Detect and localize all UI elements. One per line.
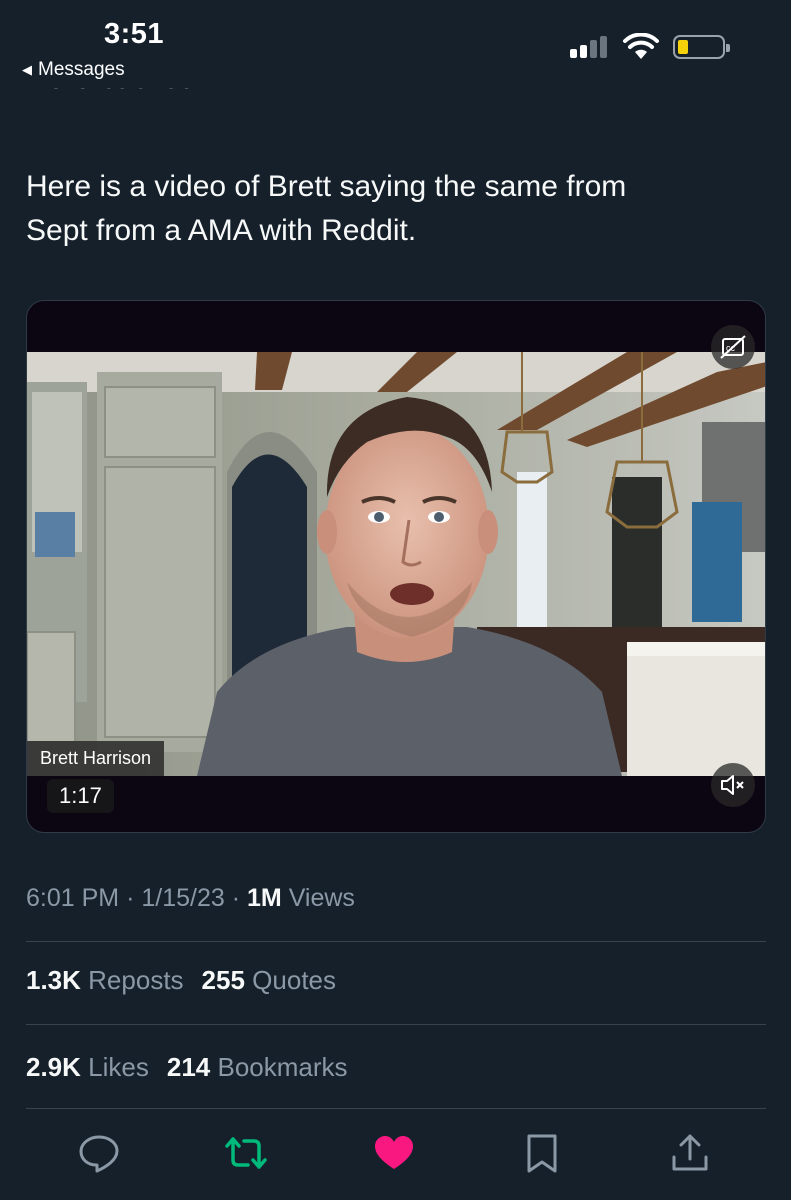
views-label[interactable]: Views [289, 884, 355, 912]
back-triangle-icon: ◀ [22, 62, 32, 77]
bookmarks-label: Bookmarks [217, 1052, 348, 1082]
muted-speaker-icon [721, 775, 744, 795]
bookmark-button[interactable] [520, 1131, 564, 1175]
back-app-label: Messages [38, 59, 125, 80]
tweet-text-line-1: Here is a video of Brett saying the same… [26, 170, 627, 203]
share-button[interactable] [668, 1131, 712, 1175]
meta-separator: · [231, 884, 241, 912]
reposts-stat[interactable]: 1.3K Reposts [26, 965, 184, 996]
divider [26, 1108, 766, 1109]
likes-stat[interactable]: 2.9K Likes [26, 1052, 149, 1083]
video-frame [27, 352, 765, 776]
speaker-name-tag: Brett Harrison [27, 741, 165, 776]
tweet-text: Here is a video of Brett saying the same… [26, 165, 766, 253]
battery-level [678, 40, 688, 54]
wifi-icon [623, 33, 659, 59]
stats-row-likes: 2.9K Likes 214 Bookmarks [26, 1052, 348, 1083]
comment-icon [79, 1135, 119, 1173]
video-player[interactable]: cc Brett Harrison 1:17 [26, 300, 766, 833]
mute-toggle-button[interactable] [711, 763, 755, 807]
stats-row-reposts: 1.3K Reposts 255 Quotes [26, 965, 336, 996]
tweet-time[interactable]: 6:01 PM [26, 884, 119, 912]
closed-captions-button[interactable]: cc [711, 325, 755, 369]
divider [26, 941, 766, 942]
back-to-messages-link[interactable]: ◀ Messages [22, 59, 125, 81]
bookmarks-count: 214 [166, 1052, 211, 1082]
reposts-label: Reposts [88, 965, 184, 995]
tweet-meta: 6:01 PM · 1/15/23 · 1M Views [26, 884, 355, 913]
reply-button[interactable] [77, 1131, 121, 1175]
tweet-detail-screen: were backed 1:1. 3:51 ◀ Messages Here is… [0, 0, 791, 1200]
meta-separator: · [126, 884, 135, 912]
status-time: 3:51 [104, 18, 165, 50]
heart-icon [375, 1136, 413, 1169]
cellular-signal-icon [570, 36, 612, 58]
bookmark-icon [527, 1134, 557, 1173]
quotes-count: 255 [201, 965, 245, 995]
tweet-date[interactable]: 1/15/23 [141, 884, 224, 912]
likes-count: 2.9K [26, 1052, 81, 1082]
battery-icon [673, 35, 730, 59]
closed-captions-off-icon: cc [720, 335, 746, 359]
repost-button[interactable] [224, 1131, 268, 1175]
likes-label: Likes [88, 1052, 149, 1082]
like-button[interactable] [372, 1131, 416, 1175]
bookmarks-stat[interactable]: 214 Bookmarks [167, 1052, 348, 1083]
divider [26, 1024, 766, 1025]
repost-icon [225, 1137, 267, 1169]
quotes-stat[interactable]: 255 Quotes [202, 965, 336, 996]
quotes-label: Quotes [252, 965, 336, 995]
tweet-action-bar [0, 1125, 791, 1185]
tweet-text-line-2: Sept from a AMA with Reddit. [26, 214, 417, 247]
share-icon [672, 1134, 708, 1171]
status-bar: 3:51 ◀ Messages [0, 0, 791, 88]
reposts-count: 1.3K [26, 965, 81, 995]
video-duration: 1:17 [47, 779, 114, 813]
views-count[interactable]: 1M [247, 884, 282, 912]
